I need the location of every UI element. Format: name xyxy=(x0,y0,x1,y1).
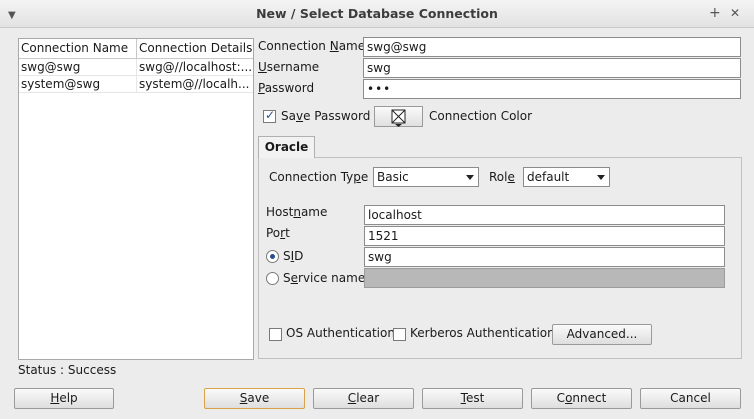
connection-list-header: Connection Name Connection Details xyxy=(19,39,253,59)
role-select[interactable]: default xyxy=(523,167,610,187)
connection-name-label: Connection Name xyxy=(258,39,366,53)
connection-row-details: system@//localh... xyxy=(139,77,250,91)
service-name-radio[interactable] xyxy=(266,272,279,285)
cancel-button[interactable]: Cancel xyxy=(640,388,741,409)
connection-row[interactable]: system@swg system@//localh... xyxy=(19,76,253,93)
connection-color-label: Connection Color xyxy=(429,109,533,123)
clear-button[interactable]: Clear xyxy=(313,388,414,409)
column-header-details[interactable]: Connection Details xyxy=(139,41,252,55)
connection-row-name: system@swg xyxy=(21,77,101,91)
advanced-button[interactable]: Advanced... xyxy=(552,324,652,345)
connection-type-select[interactable]: Basic xyxy=(373,167,479,187)
connection-name-field[interactable]: swg@swg xyxy=(363,37,741,57)
port-field[interactable]: 1521 xyxy=(364,226,725,246)
status-text: Status : Success xyxy=(18,363,117,377)
connection-color-button[interactable] xyxy=(374,106,423,127)
checkmark-icon: ✓ xyxy=(265,108,276,122)
close-icon[interactable]: ✕ xyxy=(730,5,740,21)
save-password-checkbox[interactable]: ✓ xyxy=(263,108,276,123)
help-button[interactable]: Help xyxy=(14,388,114,409)
connection-list[interactable]: Connection Name Connection Details swg@s… xyxy=(18,38,254,360)
password-label: Password xyxy=(258,81,315,95)
connection-row[interactable]: swg@swg swg@//localhost:... xyxy=(19,59,253,76)
kerberos-authentication-checkbox[interactable] xyxy=(393,328,406,341)
color-swatch-icon xyxy=(391,109,406,127)
os-authentication-label[interactable]: OS Authentication xyxy=(286,326,395,340)
tab-oracle[interactable]: Oracle xyxy=(258,136,315,158)
hostname-field[interactable]: localhost xyxy=(364,205,725,225)
sid-field[interactable]: swg xyxy=(364,247,725,267)
os-authentication-checkbox[interactable] xyxy=(269,328,282,341)
port-label: Port xyxy=(266,226,290,240)
username-label: Username xyxy=(258,60,320,74)
save-button[interactable]: Save xyxy=(204,388,305,409)
save-password-label[interactable]: Save Password xyxy=(281,109,370,123)
service-name-field xyxy=(364,268,725,288)
maximize-icon[interactable]: + xyxy=(709,5,721,21)
dropdown-arrow-icon xyxy=(466,175,474,180)
connection-row-name: swg@swg xyxy=(21,60,81,74)
hostname-label: Hostname xyxy=(266,205,328,219)
sid-label[interactable]: SID xyxy=(283,249,303,263)
role-label: Role xyxy=(489,170,515,184)
connect-button[interactable]: Connect xyxy=(531,388,632,409)
sid-radio[interactable] xyxy=(266,250,279,263)
window-title: New / Select Database Connection xyxy=(256,6,498,21)
password-field[interactable]: ••• xyxy=(363,79,741,99)
column-header-name[interactable]: Connection Name xyxy=(21,41,128,55)
kerberos-authentication-label[interactable]: Kerberos Authentication xyxy=(410,326,555,340)
test-button[interactable]: Test xyxy=(422,388,523,409)
connection-type-label: Connection Type xyxy=(269,170,369,184)
service-name-label[interactable]: Service name xyxy=(283,271,365,285)
connection-row-details: swg@//localhost:... xyxy=(139,60,253,74)
username-field[interactable]: swg xyxy=(363,58,741,78)
radio-selected-dot xyxy=(270,254,275,259)
dropdown-arrow-icon xyxy=(597,175,605,180)
